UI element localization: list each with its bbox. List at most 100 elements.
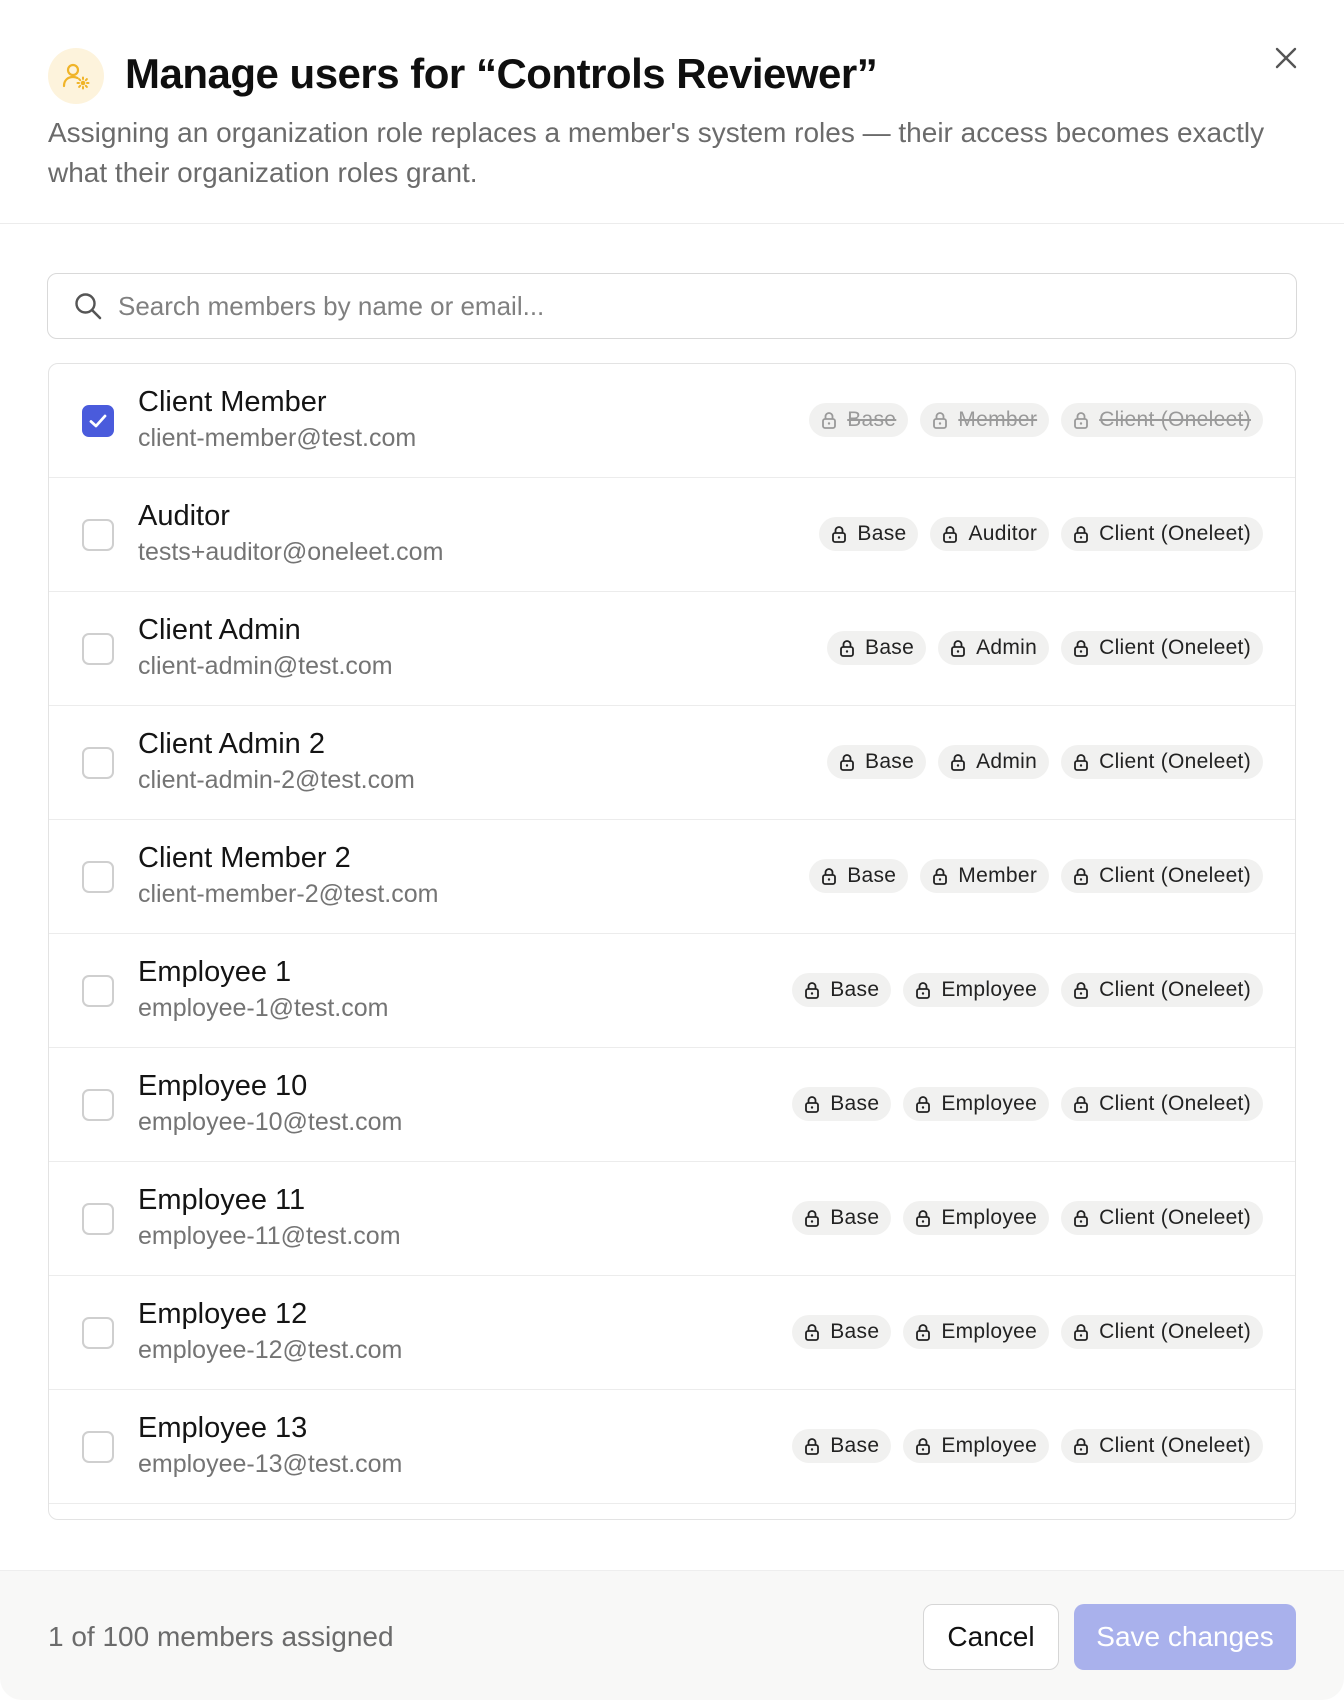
role-label: Base bbox=[830, 1206, 880, 1229]
lock-icon bbox=[804, 1095, 820, 1113]
member-name: Client Member bbox=[138, 386, 327, 418]
member-row[interactable]: Client Admin 2 client-admin-2@test.com Bas… bbox=[49, 706, 1295, 820]
role-label: Base bbox=[830, 1320, 880, 1343]
member-row[interactable]: Client Member client-member@test.com Base M… bbox=[49, 364, 1295, 478]
member-row[interactable]: Employee 12 employee-12@test.com Base Emplo… bbox=[49, 1276, 1295, 1390]
role-label: Base bbox=[865, 636, 915, 659]
member-checkbox[interactable] bbox=[82, 1431, 114, 1463]
member-checkbox[interactable] bbox=[82, 633, 114, 665]
role-badge: Base bbox=[792, 1429, 892, 1463]
role-label: Client (Oneleet) bbox=[1099, 864, 1251, 887]
lock-icon bbox=[839, 753, 855, 771]
lock-icon bbox=[1073, 981, 1089, 999]
assigned-count: 1 of 100 members assigned bbox=[48, 1621, 394, 1652]
lock-icon bbox=[915, 1437, 931, 1455]
member-email: employee-11@test.com bbox=[138, 1222, 401, 1250]
member-row[interactable]: Employee 13 employee-13@test.com Base Emplo… bbox=[49, 1390, 1295, 1504]
close-icon[interactable] bbox=[1266, 38, 1306, 78]
role-label: Base bbox=[830, 1092, 880, 1115]
checkmark-icon bbox=[88, 413, 108, 429]
save-changes-button[interactable]: Save changes bbox=[1074, 1604, 1296, 1670]
role-badges: Base Employee Client (Oneleet) bbox=[792, 1201, 1263, 1235]
lock-icon bbox=[1073, 411, 1089, 429]
role-label: Client (Oneleet) bbox=[1099, 978, 1251, 1001]
member-name: Employee 1 bbox=[138, 956, 292, 988]
member-checkbox[interactable] bbox=[82, 519, 114, 551]
member-checkbox[interactable] bbox=[82, 747, 114, 779]
user-gear-icon bbox=[48, 48, 104, 104]
lock-icon bbox=[932, 867, 948, 885]
member-checkbox[interactable] bbox=[82, 1203, 114, 1235]
role-label: Employee bbox=[941, 1434, 1038, 1457]
lock-icon bbox=[1073, 639, 1089, 657]
lock-icon bbox=[1073, 1437, 1089, 1455]
lock-icon bbox=[1073, 1095, 1089, 1113]
member-name: Client Admin 2 bbox=[138, 728, 325, 760]
role-badges: Base Auditor Client (Oneleet) bbox=[819, 517, 1263, 551]
cancel-button[interactable]: Cancel bbox=[923, 1604, 1059, 1670]
member-name: Auditor bbox=[138, 500, 230, 532]
dialog-header: Manage users for “Controls Reviewer” Ass… bbox=[0, 0, 1344, 224]
role-badge: Client (Oneleet) bbox=[1061, 1201, 1263, 1235]
member-row[interactable]: Employee 10 employee-10@test.com Base Emplo… bbox=[49, 1048, 1295, 1162]
role-badge: Client (Oneleet) bbox=[1061, 1315, 1263, 1349]
role-badges: Base Employee Client (Oneleet) bbox=[792, 1315, 1263, 1349]
role-badge: Base bbox=[827, 745, 927, 779]
lock-icon bbox=[915, 981, 931, 999]
member-checkbox[interactable] bbox=[82, 861, 114, 893]
member-checkbox[interactable] bbox=[82, 975, 114, 1007]
member-email: client-admin-2@test.com bbox=[138, 766, 415, 794]
role-badge: Auditor bbox=[930, 517, 1050, 551]
role-label: Base bbox=[847, 408, 897, 431]
member-row[interactable]: Employee 1 employee-1@test.com Base Employe… bbox=[49, 934, 1295, 1048]
member-email: client-member@test.com bbox=[138, 424, 417, 452]
member-checkbox[interactable] bbox=[82, 1089, 114, 1121]
dialog-title: Manage users for “Controls Reviewer” bbox=[125, 50, 878, 97]
role-badge: Base bbox=[809, 859, 909, 893]
member-email: client-admin@test.com bbox=[138, 652, 393, 680]
member-name: Employee 12 bbox=[138, 1298, 308, 1330]
member-row[interactable]: Client Member 2 client-member-2@test.com B… bbox=[49, 820, 1295, 934]
lock-icon bbox=[915, 1095, 931, 1113]
role-badge: Base bbox=[809, 403, 909, 437]
role-label: Member bbox=[958, 408, 1038, 431]
dialog-description: Assigning an organization role replaces … bbox=[48, 117, 1265, 188]
member-name: Employee 10 bbox=[138, 1070, 308, 1102]
member-row[interactable]: Employee 11 employee-11@test.com Base Emplo… bbox=[49, 1162, 1295, 1276]
role-badges: Base Admin Client (Oneleet) bbox=[827, 745, 1263, 779]
lock-icon bbox=[1073, 1209, 1089, 1227]
member-checkbox[interactable] bbox=[82, 405, 114, 437]
role-badge: Employee bbox=[903, 1315, 1050, 1349]
role-badges: Base Member Client (Oneleet) bbox=[809, 403, 1263, 437]
member-email: employee-10@test.com bbox=[138, 1108, 403, 1136]
role-badge: Employee bbox=[903, 1087, 1050, 1121]
lock-icon bbox=[804, 981, 820, 999]
member-checkbox[interactable] bbox=[82, 1317, 114, 1349]
lock-icon bbox=[821, 411, 837, 429]
role-badge: Base bbox=[792, 1315, 892, 1349]
role-badge: Client (Oneleet) bbox=[1061, 859, 1263, 893]
role-label: Client (Oneleet) bbox=[1099, 750, 1251, 773]
member-row[interactable]: Auditor tests+auditor@oneleet.com Base Audi… bbox=[49, 478, 1295, 592]
role-badges: Base Employee Client (Oneleet) bbox=[792, 973, 1263, 1007]
role-badge: Employee bbox=[903, 1429, 1050, 1463]
member-row[interactable]: Client Admin client-admin@test.com Base Adm… bbox=[49, 592, 1295, 706]
search-input[interactable] bbox=[118, 290, 1218, 322]
role-badge: Employee bbox=[903, 973, 1050, 1007]
role-badge: Admin bbox=[938, 631, 1050, 665]
role-label: Base bbox=[857, 522, 907, 545]
role-badge: Client (Oneleet) bbox=[1061, 517, 1263, 551]
dialog-footer: 1 of 100 members assigned Cancel Save ch… bbox=[0, 1570, 1344, 1700]
role-badge: Member bbox=[920, 403, 1050, 437]
role-badge: Base bbox=[792, 1087, 892, 1121]
member-email: tests+auditor@oneleet.com bbox=[138, 538, 444, 566]
role-label: Base bbox=[830, 1434, 880, 1457]
lock-icon bbox=[1073, 525, 1089, 543]
lock-icon bbox=[821, 867, 837, 885]
role-badge: Client (Oneleet) bbox=[1061, 631, 1263, 665]
search-field[interactable] bbox=[47, 273, 1297, 339]
lock-icon bbox=[804, 1209, 820, 1227]
role-badge: Base bbox=[827, 631, 927, 665]
role-badges: Base Member Client (Oneleet) bbox=[809, 859, 1263, 893]
role-label: Client (Oneleet) bbox=[1099, 1320, 1251, 1343]
